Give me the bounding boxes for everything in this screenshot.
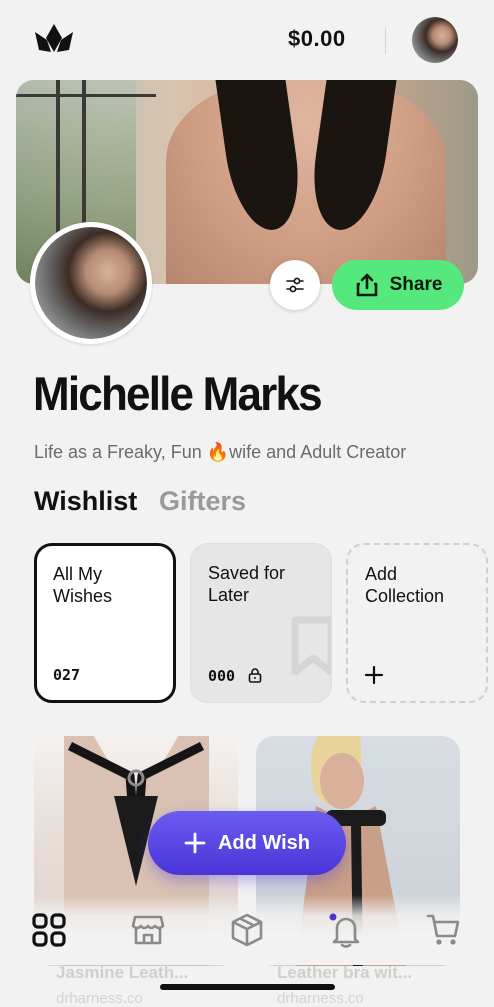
plus-icon [184, 832, 206, 854]
collection-title: Saved for Later [208, 563, 286, 605]
add-collection-button[interactable]: Add Collection [346, 543, 488, 703]
product-name: Jasmine Leath... [56, 963, 189, 982]
plus-icon [364, 665, 384, 685]
cart-icon [426, 914, 460, 945]
product-name: Leather bra wit... [277, 963, 413, 982]
balance[interactable]: $0.00 [288, 26, 346, 52]
shop-icon [131, 915, 165, 945]
sliders-icon [286, 277, 304, 293]
product-vendor: drharness.co [56, 990, 143, 1007]
nav-notifications-button[interactable] [326, 910, 366, 950]
divider [385, 28, 386, 54]
share-button[interactable]: Share [332, 260, 464, 310]
box-icon [231, 913, 263, 947]
logo-icon[interactable] [33, 22, 75, 58]
add-wish-button[interactable]: Add Wish [148, 811, 346, 875]
profile-bio: Life as a Freaky, Fun 🔥wife and Adult Cr… [34, 442, 407, 462]
collection-saved-for-later[interactable]: Saved for Later 000 [190, 543, 332, 703]
collection-all-my-wishes[interactable]: All My Wishes 027 [34, 543, 176, 703]
nav-cart-button[interactable] [424, 910, 464, 950]
lock-icon [248, 668, 262, 683]
tab-gifters[interactable]: Gifters [159, 486, 246, 517]
nav-shop-button[interactable] [128, 910, 168, 950]
profile-name: Michelle Marks [33, 368, 323, 421]
bookmark-icon [291, 616, 331, 676]
profile-avatar[interactable] [30, 222, 152, 344]
notification-dot [329, 913, 337, 921]
collection-count: 027 [53, 666, 81, 684]
product-vendor: drharness.co [277, 990, 364, 1007]
add-wish-label: Add Wish [217, 831, 311, 854]
nav-home-button[interactable] [29, 910, 69, 950]
grid-icon [32, 913, 66, 947]
bell-icon [329, 913, 360, 948]
account-avatar[interactable] [412, 17, 458, 63]
filter-button[interactable] [270, 260, 320, 310]
collection-title: Add Collection [365, 564, 445, 606]
home-indicator [160, 984, 335, 990]
collection-count: 000 [208, 667, 236, 685]
tab-wishlist[interactable]: Wishlist [34, 486, 137, 517]
share-label: Share [389, 274, 443, 295]
collection-title: All My Wishes [53, 564, 113, 606]
share-icon [356, 273, 377, 297]
nav-orders-button[interactable] [227, 910, 267, 950]
